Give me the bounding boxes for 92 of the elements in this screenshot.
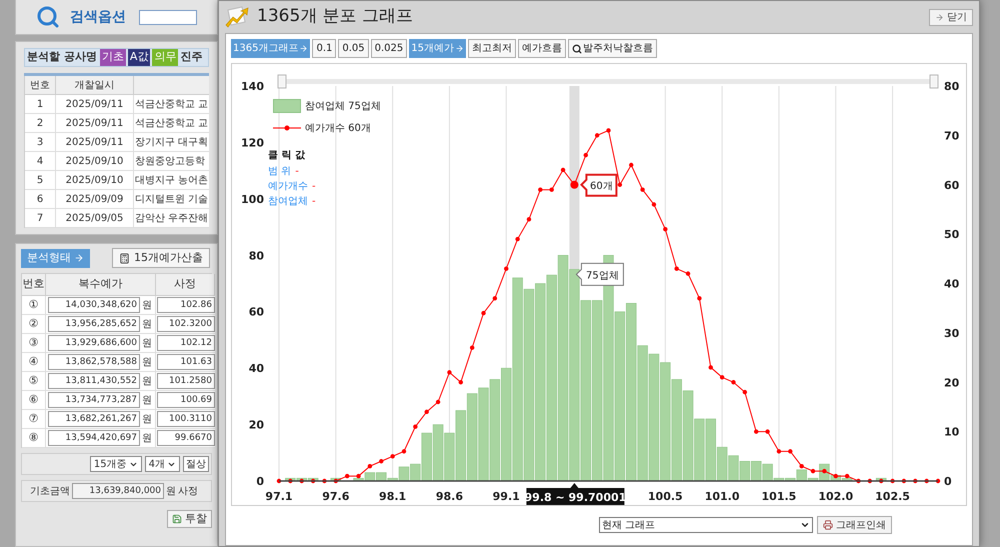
legend-label: 예가개수 60개 <box>305 122 371 136</box>
column-header: 개찰일시 <box>56 76 134 95</box>
value-tooltip: 60개 <box>580 174 618 197</box>
axis-label: 60 <box>248 306 264 319</box>
axis-label: 60 <box>944 178 960 192</box>
axis-label: 97.6 <box>322 490 350 503</box>
column-header: 번호 <box>25 76 56 95</box>
table-cell: 장기지구 대구획 <box>134 133 209 152</box>
column-header: 사정 <box>156 274 215 296</box>
click-info-label: 예가개수 <box>268 180 308 192</box>
annotation: 75업체 <box>586 270 619 282</box>
table-cell: 창원중앙고등학 <box>134 152 209 171</box>
axis-label: 50 <box>944 228 960 242</box>
click-info-value: - <box>312 180 316 192</box>
table-cell: ④ <box>22 353 46 372</box>
click-info-title: 클 릭 값 <box>268 149 306 163</box>
legend-label: 참여업체 75업체 <box>305 100 381 114</box>
unit-label: 원 <box>142 374 152 388</box>
unit-label: 원 <box>142 356 152 370</box>
axis-label: 102.0 <box>818 490 854 503</box>
annotation: 60개 <box>590 180 613 192</box>
axis-label: 10 <box>944 426 960 439</box>
axis-label: 20 <box>248 418 264 432</box>
axis-label: 80 <box>248 249 264 262</box>
axis-label: 98.1 <box>379 490 406 503</box>
axis-label: 70 <box>944 129 960 142</box>
unit-label: 원 <box>142 412 152 426</box>
axis-label: 102.5 <box>875 490 910 503</box>
table-cell: 대병지구 농어촌 <box>134 171 209 190</box>
table-cell: 2025/09/10 <box>56 152 134 171</box>
table-cell: 석금산중학교 교 <box>134 95 209 114</box>
click-info-label: 범 위 <box>268 166 292 178</box>
base-amount-label: 기초금액 <box>30 484 70 498</box>
tag: 기초 <box>100 49 126 66</box>
project-name: 진주 <box>180 49 202 65</box>
table-cell: ② <box>22 315 46 334</box>
table-cell: 2025/09/11 <box>56 133 134 152</box>
axis-label: 100.5 <box>648 490 683 503</box>
axis-label: 98.6 <box>436 490 463 503</box>
axis-label: 0 <box>256 475 264 488</box>
unit-label: 원 <box>166 484 176 498</box>
axis-label: 100 <box>241 192 264 206</box>
axis-label: 101.0 <box>704 490 740 503</box>
table-cell: ③ <box>22 334 46 353</box>
table-cell: 5 <box>25 171 56 190</box>
table-cell: 디지털트윈 기술 <box>134 190 209 209</box>
axis-label: 101.5 <box>762 490 796 503</box>
unit-label: 원 <box>142 298 152 312</box>
dialog-title: 1365개 분포 그래프 <box>257 5 414 28</box>
unit-label: 원 <box>142 432 152 446</box>
axis-label: 30 <box>944 326 960 340</box>
tag: 의무 <box>152 49 178 66</box>
axis-label: 0 <box>944 475 952 488</box>
unit-label: 원 <box>142 318 152 332</box>
table-cell: ⑤ <box>22 372 46 391</box>
axis-label: 40 <box>944 278 960 290</box>
table-cell: 1 <box>25 95 56 114</box>
table-cell: ⑧ <box>22 429 46 448</box>
table-cell: 2 <box>25 114 56 133</box>
table-cell: 4 <box>25 152 56 171</box>
click-info-value: - <box>312 196 316 208</box>
axis-label: 80 <box>944 80 960 93</box>
table-cell: 6 <box>25 190 56 209</box>
table-cell: 3 <box>25 133 56 152</box>
unit-label: 원 <box>142 336 152 350</box>
project-title: 분석할 공사명 <box>27 49 98 65</box>
table-cell: 석금산중학교 교 <box>134 114 209 133</box>
table-cell: ⑥ <box>22 391 46 410</box>
table-cell: 2025/09/11 <box>56 95 134 114</box>
table-cell: 감악산 우주잔해 <box>134 209 209 228</box>
axis-label: 40 <box>248 362 264 376</box>
click-info-value: - <box>295 166 299 178</box>
table-cell: 2025/09/10 <box>56 171 134 190</box>
table-cell: 2025/09/05 <box>56 209 134 228</box>
rate-label: 사정 <box>178 484 198 498</box>
search-options-label: 검색옵션 <box>70 8 126 26</box>
click-info-label: 참여업체 <box>268 196 308 208</box>
axis-label: 99.1 <box>492 490 520 503</box>
column-header: 복수예가 <box>46 274 156 296</box>
axis-label: 140 <box>241 80 264 93</box>
tag: A값 <box>128 49 150 66</box>
value-tooltip: 75업체 <box>576 262 624 286</box>
axis-label: 120 <box>241 136 264 150</box>
table-cell: ⑦ <box>22 410 46 429</box>
table-cell: 2025/09/11 <box>56 114 134 133</box>
column-header: 번호 <box>22 274 46 296</box>
table-cell: 2025/09/09 <box>56 190 134 209</box>
table-cell: ① <box>22 296 46 315</box>
axis-label: 97.1 <box>265 490 293 503</box>
axis-label: 20 <box>944 376 960 390</box>
table-cell: 7 <box>25 209 56 228</box>
unit-label: 원 <box>142 394 152 408</box>
